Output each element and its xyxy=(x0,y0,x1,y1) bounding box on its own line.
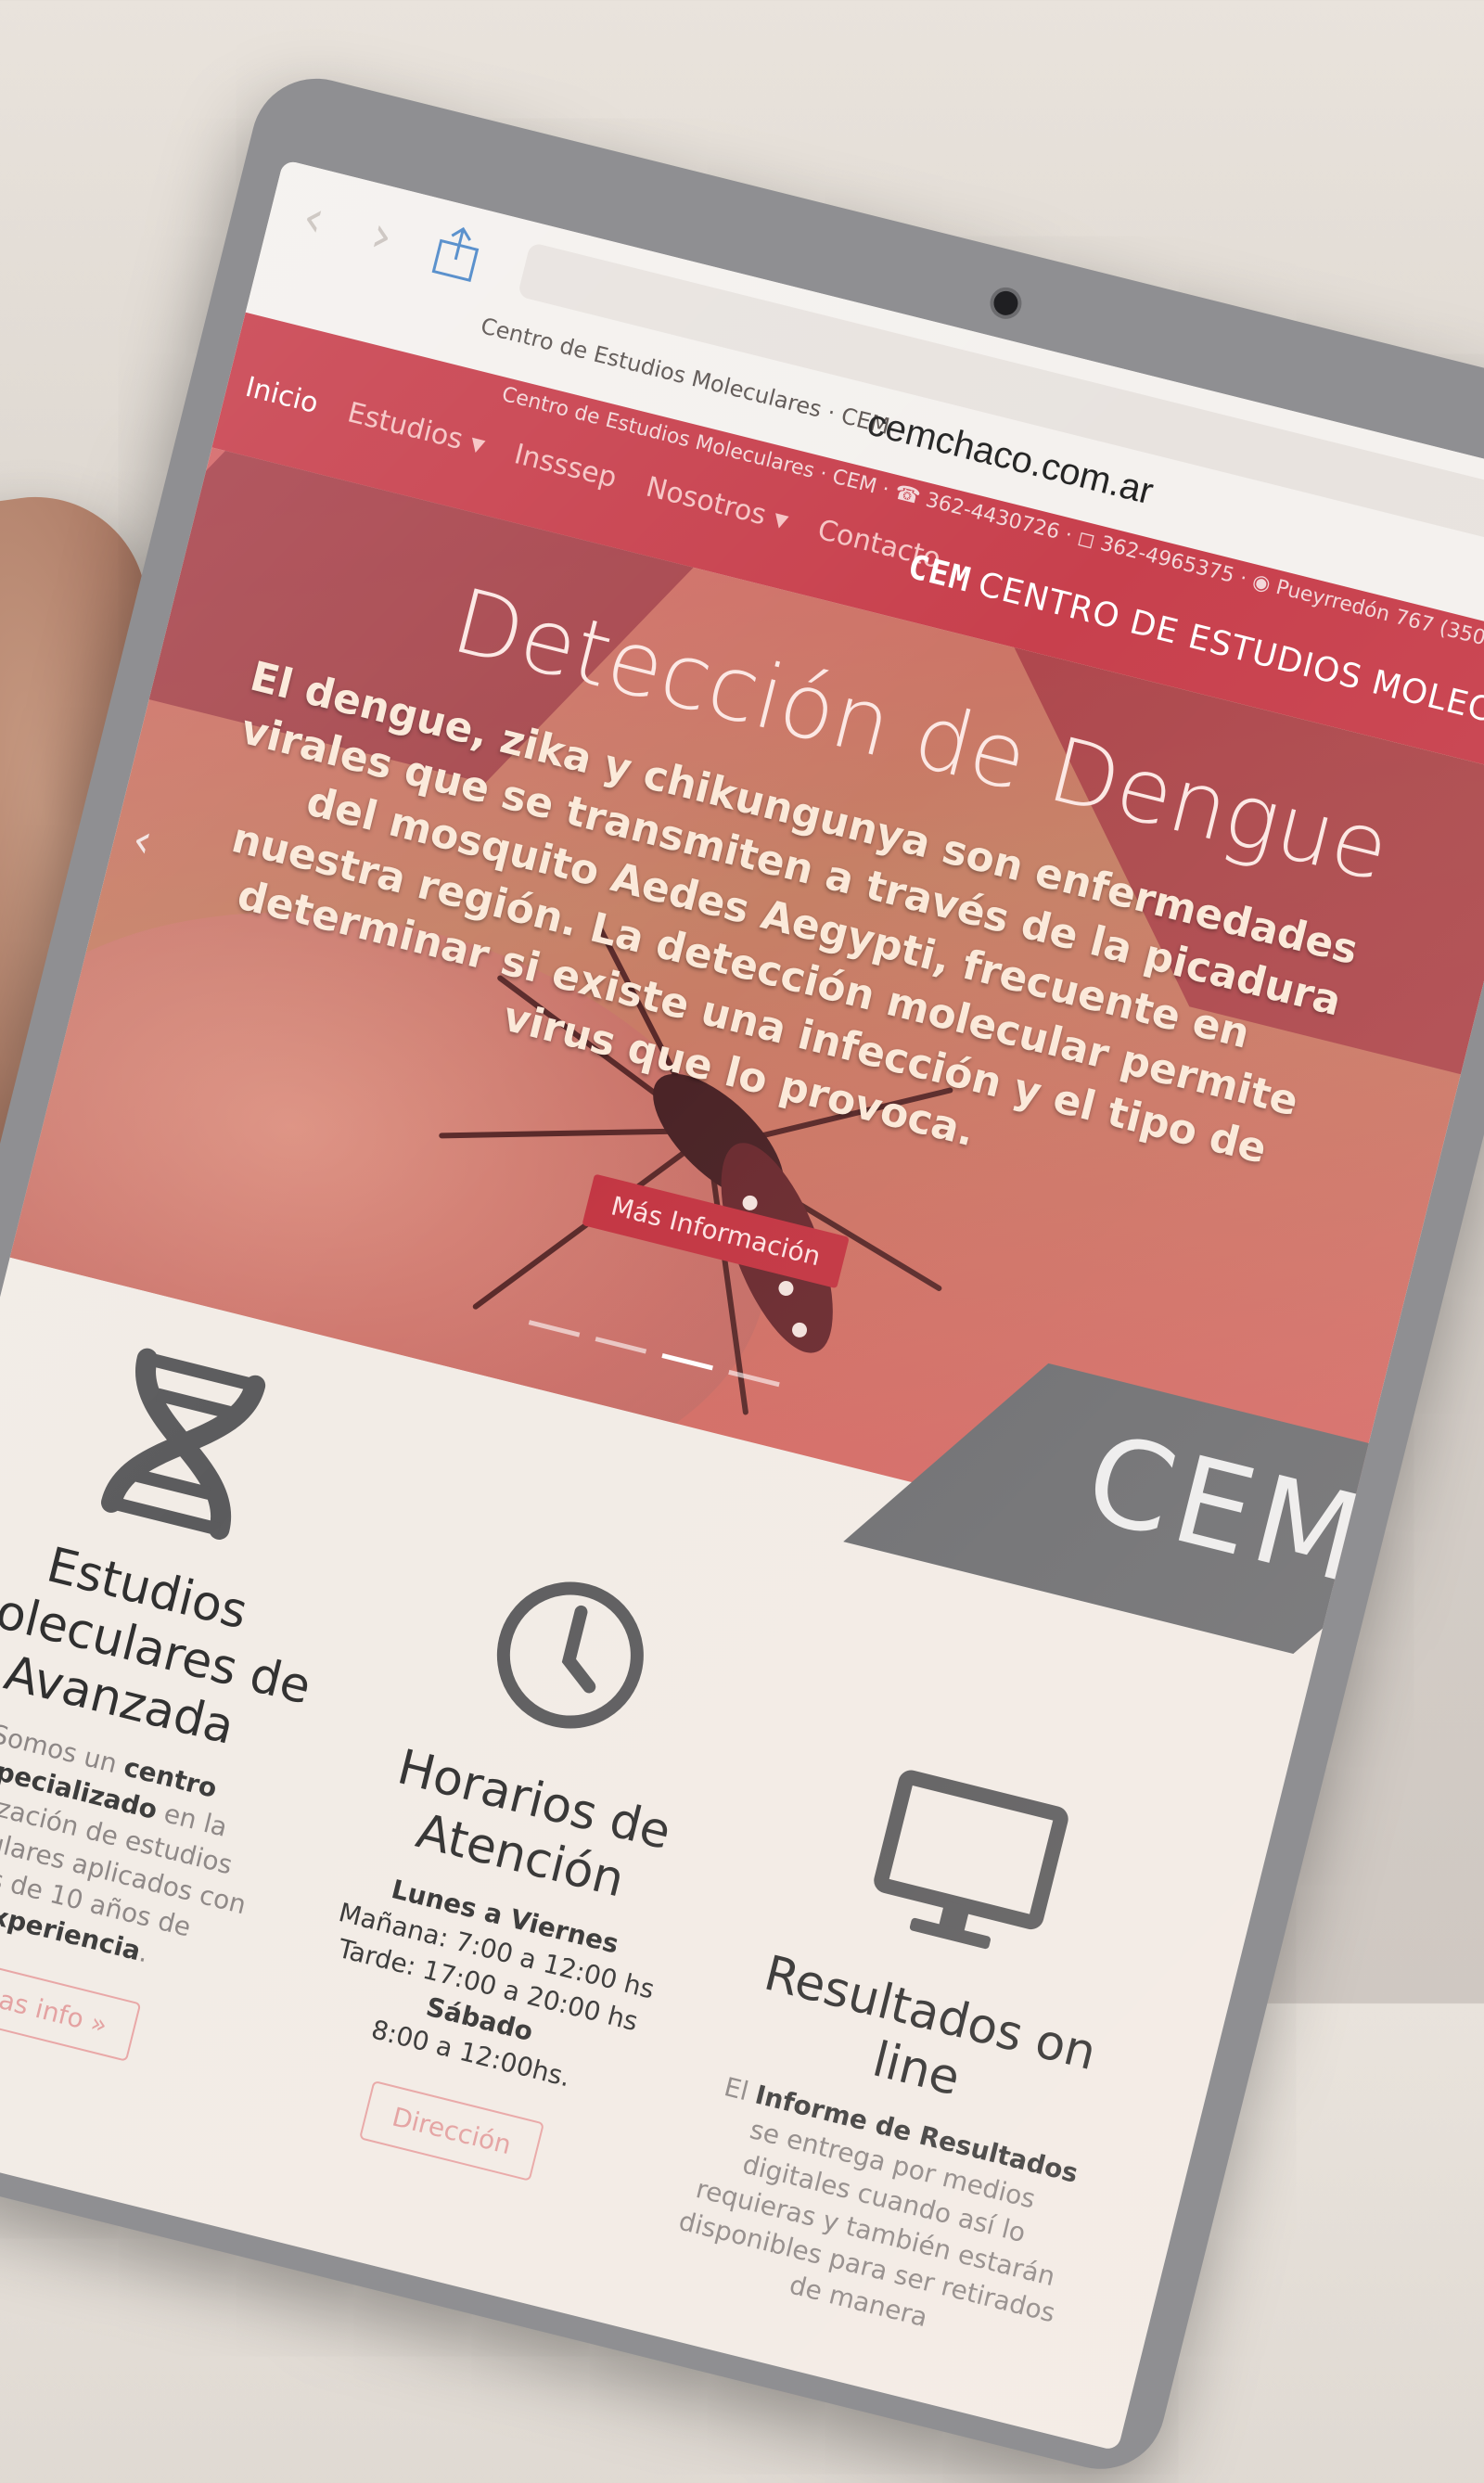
back-icon[interactable]: ‹ xyxy=(297,187,330,249)
address-button[interactable]: Dirección xyxy=(358,2080,545,2182)
tablet-frame: ‹ › Centro de Estudios Moleculares · CEM… xyxy=(0,65,1484,2483)
chevron-left-icon[interactable]: ‹ xyxy=(127,812,158,868)
nav-insssep[interactable]: Insssep xyxy=(511,438,620,494)
camera-icon xyxy=(991,288,1021,318)
nav-estudios[interactable]: Estudios ▾ xyxy=(344,396,488,462)
nav-nosotros[interactable]: Nosotros ▾ xyxy=(643,471,792,538)
dna-icon xyxy=(100,1348,266,1540)
monitor-icon xyxy=(874,1770,1068,1950)
feature-resultados: Resultados on line El Informe de Resulta… xyxy=(665,1722,1180,2365)
more-info-button[interactable]: Mas info » xyxy=(0,1957,142,2062)
brand-logo: CEM xyxy=(903,547,975,600)
tablet-screen: ‹ › Centro de Estudios Moleculares · CEM… xyxy=(0,159,1484,2451)
clock-icon xyxy=(496,1581,644,1729)
forward-icon[interactable]: › xyxy=(365,204,399,265)
share-icon[interactable] xyxy=(428,220,488,286)
nav-inicio[interactable]: Inicio xyxy=(242,371,321,420)
